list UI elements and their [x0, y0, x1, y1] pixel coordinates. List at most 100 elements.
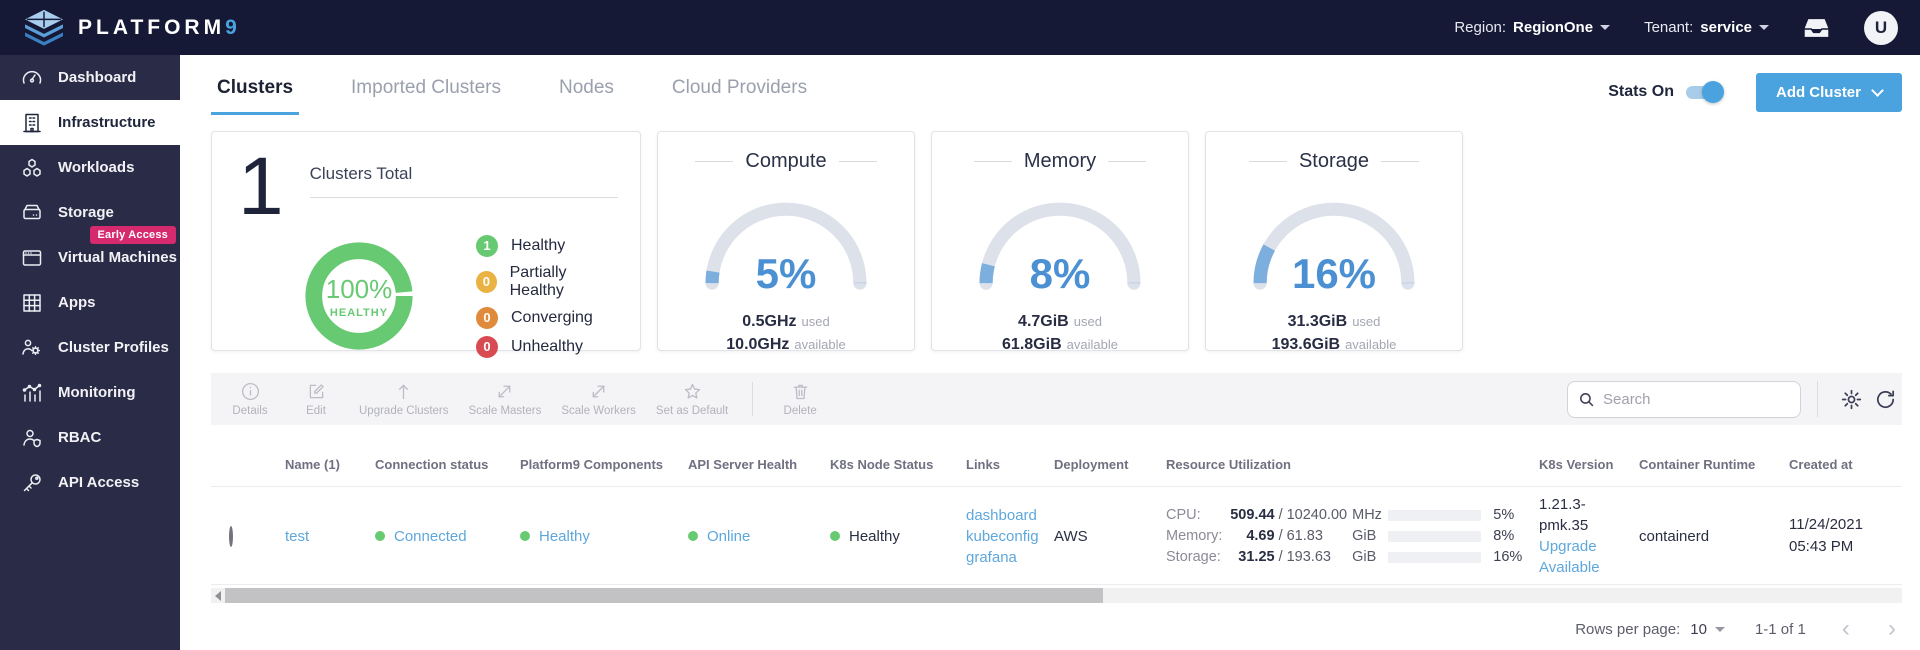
tab-imported-clusters[interactable]: Imported Clusters	[345, 69, 507, 115]
column-platform9-components[interactable]: Platform9 Components	[508, 443, 676, 487]
column-k8s-node-status[interactable]: K8s Node Status	[818, 443, 954, 487]
user-avatar[interactable]: U	[1864, 10, 1898, 45]
pencil-icon	[309, 384, 324, 399]
column-name[interactable]: Name (1)	[273, 443, 363, 487]
upgrade-available-link[interactable]: Upgrade Available	[1539, 536, 1627, 578]
diagonal-arrows-icon	[592, 385, 605, 398]
storage-title: Storage	[1298, 150, 1370, 172]
cluster-name-link[interactable]: test	[285, 528, 309, 545]
diagonal-arrows-icon	[499, 385, 511, 398]
next-page-button[interactable]: ›	[1882, 615, 1902, 642]
row-select-radio[interactable]	[229, 525, 233, 547]
vm-window-icon	[22, 249, 42, 266]
region-selector[interactable]: Region: RegionOne	[1454, 19, 1611, 36]
edit-button[interactable]: Edit	[283, 373, 349, 425]
grafana-link[interactable]: grafana	[966, 547, 1042, 568]
rows-per-page-select[interactable]: 10	[1690, 621, 1725, 638]
horizontal-scrollbar[interactable]	[211, 588, 1902, 603]
drive-icon	[23, 204, 41, 219]
add-cluster-button[interactable]: Add Cluster	[1755, 72, 1902, 112]
sidebar-item-apps[interactable]: Apps	[0, 280, 180, 325]
memory-utilization-row: Memory: 4.69 / 61.83 GiB 8%	[1166, 527, 1515, 544]
grid-icon	[23, 293, 41, 312]
stats-toggle-label: Stats On	[1608, 83, 1674, 100]
brand-name: PLATFORM9	[78, 15, 241, 39]
chevron-down-icon	[1871, 83, 1884, 97]
health-legend: 1 Healthy 0 Partially Healthy 0 Convergi…	[476, 228, 618, 365]
search-input[interactable]	[1603, 390, 1773, 408]
compute-percent: 5%	[755, 250, 817, 297]
scale-masters-button[interactable]: Scale Masters	[458, 373, 551, 425]
memory-gauge-chart: 8%	[972, 195, 1148, 297]
column-container-runtime[interactable]: Container Runtime	[1627, 443, 1777, 487]
tab-nodes[interactable]: Nodes	[553, 69, 620, 115]
container-runtime-cell: containerd	[1639, 527, 1710, 545]
select-column-header	[211, 443, 273, 487]
column-settings-button[interactable]	[1834, 382, 1868, 416]
cpu-usage-bar	[1387, 509, 1482, 521]
table-toolbar: Details Edit Upgrade Clusters Scale Mast…	[211, 373, 1902, 425]
links-cell: dashboard kubeconfig grafana	[954, 505, 1042, 568]
scale-workers-button[interactable]: Scale Workers	[551, 373, 646, 425]
column-created-at[interactable]: Created at	[1777, 443, 1902, 487]
key-icon	[23, 473, 41, 491]
clusters-total-title: Clusters Total	[309, 164, 618, 198]
storage-available: 193.6GiB available	[1271, 336, 1397, 353]
api-server-health-cell: Online	[676, 528, 818, 545]
clusters-total-card: 1 Clusters Total 100% HEALTHY 1 Healthy …	[211, 131, 641, 358]
platform9-components-cell: Healthy	[508, 528, 676, 545]
user-shield-icon	[23, 429, 41, 447]
legend-healthy: 1 Healthy	[476, 234, 618, 257]
sidebar-item-virtual-machines[interactable]: Early Access Virtual Machines	[0, 226, 180, 280]
sidebar-item-cluster-profiles[interactable]: Cluster Profiles	[0, 325, 180, 370]
sidebar-item-infrastructure[interactable]: Infrastructure	[0, 100, 180, 145]
dashboard-link[interactable]: dashboard	[966, 505, 1042, 526]
health-donut-chart: 100% HEALTHY	[300, 237, 418, 355]
memory-usage-bar	[1387, 530, 1482, 542]
region-value: RegionOne	[1513, 19, 1594, 36]
sidebar-item-monitoring[interactable]: Monitoring	[0, 370, 180, 415]
topbar: PLATFORM9 Region: RegionOne Tenant: serv…	[0, 0, 1920, 55]
set-as-default-button[interactable]: Set as Default	[646, 373, 738, 425]
sidebar-item-rbac[interactable]: RBAC	[0, 415, 180, 460]
sidebar-item-dashboard[interactable]: Dashboard	[0, 55, 180, 100]
toggle-switch[interactable]	[1685, 80, 1724, 103]
sidebar-item-workloads[interactable]: Workloads	[0, 145, 180, 190]
platform9-logo: PLATFORM9	[22, 9, 241, 47]
column-resource-utilization[interactable]: Resource Utilization	[1154, 443, 1527, 487]
column-k8s-version[interactable]: K8s Version	[1527, 443, 1627, 487]
tab-cloud-providers[interactable]: Cloud Providers	[666, 69, 813, 115]
chart-icon	[22, 383, 42, 402]
scroll-left-arrow[interactable]	[215, 590, 221, 601]
column-deployment[interactable]: Deployment	[1042, 443, 1154, 487]
stats-toggle[interactable]: Stats On	[1608, 80, 1724, 103]
tab-bar: Clusters Imported Clusters Nodes Cloud P…	[211, 69, 813, 115]
sidebar-item-api-access[interactable]: API Access	[0, 460, 180, 505]
kubeconfig-link[interactable]: kubeconfig	[966, 526, 1042, 547]
summary-cards: 1 Clusters Total 100% HEALTHY 1 Healthy …	[211, 131, 1463, 358]
green-status-dot	[830, 531, 840, 541]
k8s-version-cell: 1.21.3-pmk.35 Upgrade Available	[1527, 494, 1627, 578]
cpu-utilization-row: CPU: 509.44 / 10240.00 MHz 5%	[1166, 506, 1515, 523]
platform9-app: PLATFORM9 Region: RegionOne Tenant: serv…	[0, 0, 1920, 650]
unhealthy-count-badge: 0	[476, 335, 498, 358]
tenant-value: service	[1700, 19, 1752, 36]
column-links[interactable]: Links	[954, 443, 1042, 487]
clusters-total-count: 1	[238, 141, 284, 232]
healthy-count-badge: 1	[476, 234, 498, 257]
details-button[interactable]: Details	[217, 373, 283, 425]
upgrade-clusters-button[interactable]: Upgrade Clusters	[349, 373, 458, 425]
column-connection-status[interactable]: Connection status	[363, 443, 508, 487]
tenant-selector[interactable]: Tenant: service	[1644, 19, 1769, 36]
scrollbar-thumb[interactable]	[225, 588, 1103, 603]
refresh-button[interactable]	[1868, 382, 1902, 416]
notifications-tray-button[interactable]	[1803, 17, 1830, 39]
compute-available: 10.0GHz available	[726, 336, 846, 353]
column-api-server-health[interactable]: API Server Health	[676, 443, 818, 487]
tab-clusters[interactable]: Clusters	[211, 69, 300, 115]
storage-utilization-row: Storage: 31.25 / 193.63 GiB 16%	[1166, 548, 1523, 565]
profiles-gear-icon	[22, 339, 41, 355]
chevron-down-icon	[1600, 25, 1611, 30]
previous-page-button[interactable]: ‹	[1836, 615, 1856, 642]
delete-button[interactable]: Delete	[767, 373, 833, 425]
